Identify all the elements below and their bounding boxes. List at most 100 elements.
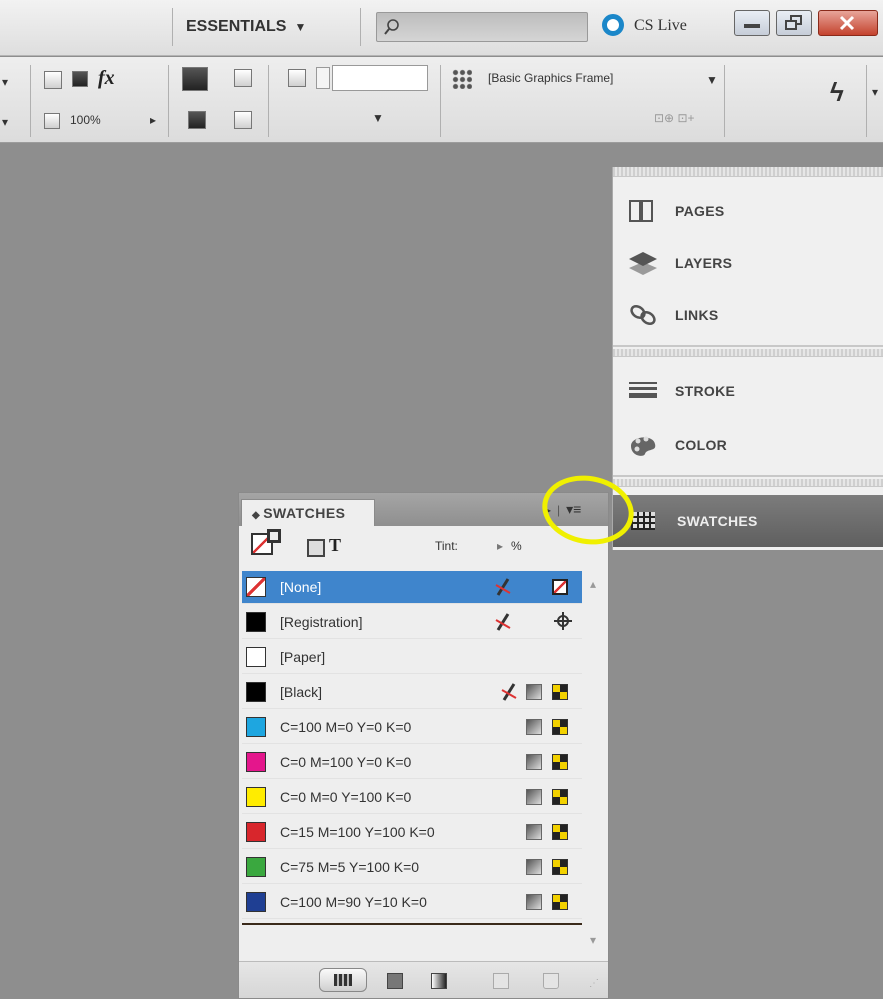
- links-icon: [627, 300, 659, 330]
- dock-item-links[interactable]: LINKS: [613, 289, 883, 341]
- dock-divider: [613, 345, 883, 347]
- collapse-icon: ◆: [252, 510, 261, 521]
- swatch-row[interactable]: C=100 M=90 Y=10 K=0: [242, 886, 582, 919]
- swatch-list-scrollbar[interactable]: ▴ ▾: [584, 571, 606, 961]
- dropdown-arrow-icon[interactable]: ▾: [2, 115, 8, 129]
- tint-arrow-icon[interactable]: ▸: [497, 539, 503, 553]
- cannot-edit-icon: [500, 682, 517, 701]
- dock-divider: [613, 475, 883, 477]
- swatch-color-chip: [246, 752, 266, 772]
- object-style-clear-icon[interactable]: ⊡⊕ ⊡+: [654, 111, 695, 125]
- effects-fx-icon[interactable]: fx: [98, 67, 115, 90]
- quick-apply-icon[interactable]: ϟ: [830, 77, 844, 108]
- swatch-row[interactable]: C=75 M=5 Y=100 K=0: [242, 851, 582, 884]
- swatch-row[interactable]: C=0 M=0 Y=100 K=0: [242, 781, 582, 814]
- dock-item-label: SWATCHES: [677, 513, 758, 529]
- trash-icon[interactable]: [543, 973, 559, 989]
- swatch-row[interactable]: [Registration]: [242, 606, 582, 639]
- text-formatting-icon[interactable]: T: [329, 535, 341, 556]
- none-swatch-icon: [552, 579, 568, 595]
- cmyk-mode-icon: [552, 719, 568, 735]
- dock-item-color[interactable]: COLOR: [613, 419, 883, 471]
- swatch-row[interactable]: [Paper]: [242, 641, 582, 674]
- dock-grip[interactable]: [613, 479, 883, 487]
- cs-live-label[interactable]: CS Live: [634, 17, 687, 35]
- swatches-toolbar: T Tint: ▸ %: [239, 527, 608, 567]
- drop-shadow-icon[interactable]: [72, 71, 88, 87]
- swatch-row[interactable]: C=0 M=100 Y=0 K=0: [242, 746, 582, 779]
- dock-item-stroke[interactable]: STROKE: [613, 365, 883, 417]
- process-color-icon: [526, 894, 542, 910]
- cmyk-mode-icon: [552, 684, 568, 700]
- dock-item-pages[interactable]: PAGES: [613, 185, 883, 237]
- chevron-down-icon: ▼: [372, 111, 384, 125]
- swatch-row[interactable]: [None]: [242, 571, 582, 604]
- cannot-edit-icon: [494, 612, 511, 631]
- scroll-down-icon[interactable]: ▾: [590, 933, 596, 947]
- stroke-weight-field[interactable]: [332, 65, 428, 91]
- panel-menu-arrow-icon[interactable]: ▾: [872, 85, 878, 99]
- scroll-up-icon[interactable]: ▴: [590, 577, 596, 591]
- swatches-title: SWATCHES: [263, 505, 346, 521]
- pages-icon: [627, 196, 659, 226]
- dock-item-label: COLOR: [675, 437, 728, 453]
- chevron-down-icon[interactable]: ▼: [706, 73, 718, 87]
- stroke-type-dropdown[interactable]: ▼: [316, 107, 392, 133]
- text-wrap-none-icon[interactable]: [182, 67, 208, 91]
- cmyk-mode-icon: [552, 894, 568, 910]
- swatch-color-chip: [246, 647, 266, 667]
- show-gradient-swatches-icon[interactable]: [431, 973, 447, 989]
- search-input[interactable]: [376, 12, 588, 42]
- stroke-swatch-icon[interactable]: [267, 529, 281, 543]
- container-icon[interactable]: [307, 539, 325, 557]
- opacity-arrow-icon[interactable]: ▸: [150, 113, 156, 127]
- text-wrap-shape-icon[interactable]: [188, 111, 206, 129]
- close-button[interactable]: [818, 10, 878, 36]
- minimize-button[interactable]: [734, 10, 770, 36]
- show-all-swatches-button[interactable]: [319, 968, 367, 992]
- swatch-color-chip: [246, 857, 266, 877]
- swatch-color-chip: [246, 787, 266, 807]
- text-wrap-bounding-icon[interactable]: [234, 69, 252, 87]
- swatch-row[interactable]: C=100 M=0 Y=0 K=0: [242, 711, 582, 744]
- registration-icon: [554, 612, 572, 630]
- opacity-icon[interactable]: [44, 113, 60, 129]
- dropdown-arrow-icon[interactable]: ▾: [2, 75, 8, 89]
- dock-grip[interactable]: [613, 167, 883, 177]
- object-style-value[interactable]: [Basic Graphics Frame]: [488, 71, 613, 85]
- swatch-color-chip: [246, 822, 266, 842]
- show-color-swatches-icon[interactable]: [387, 973, 403, 989]
- new-swatch-icon[interactable]: [493, 973, 509, 989]
- opacity-value[interactable]: 100%: [70, 113, 101, 127]
- separator: [172, 8, 173, 46]
- swatch-row[interactable]: [Black]: [242, 676, 582, 709]
- swatch-row[interactable]: C=15 M=100 Y=100 K=0: [242, 816, 582, 849]
- stroke-weight-stepper[interactable]: [316, 67, 330, 89]
- swatch-name: [Registration]: [280, 614, 363, 630]
- control-bar: ▾ ▾ fx 100% ▸ ▼ [Basic Graphics Frame] ▼…: [0, 57, 883, 143]
- resize-grip-icon[interactable]: ⋰: [589, 978, 599, 989]
- dock-item-layers[interactable]: LAYERS: [613, 237, 883, 289]
- separator: [360, 8, 361, 46]
- cs-live-icon[interactable]: [602, 14, 624, 36]
- layers-icon: [627, 248, 659, 278]
- tint-label: Tint:: [435, 539, 458, 553]
- chevron-down-icon: ▼: [294, 20, 307, 34]
- swatches-tab[interactable]: ◆ SWATCHES: [241, 499, 375, 526]
- swatch-list: [None] [Registration] [Paper] [Black] C=100 …: [242, 571, 582, 925]
- color-icon: [627, 430, 659, 460]
- workspace-switcher[interactable]: ESSENTIALS ▼: [186, 12, 306, 42]
- object-style-icon: [452, 69, 472, 89]
- separator: [724, 65, 725, 137]
- dock-grip[interactable]: [613, 349, 883, 357]
- dock-item-swatches[interactable]: SWATCHES: [613, 495, 883, 547]
- list-end-divider: [242, 923, 582, 925]
- restore-button[interactable]: [776, 10, 812, 36]
- select-container-icon[interactable]: [44, 71, 62, 89]
- process-color-icon: [526, 684, 542, 700]
- cmyk-mode-icon: [552, 789, 568, 805]
- dock-item-label: LAYERS: [675, 255, 733, 271]
- text-wrap-jump-icon[interactable]: [234, 111, 252, 129]
- swatches-panel: ◆ SWATCHES ▸ | ▾≡ T Tint: ▸ % [None] [Regi…: [238, 492, 609, 999]
- process-color-icon: [526, 754, 542, 770]
